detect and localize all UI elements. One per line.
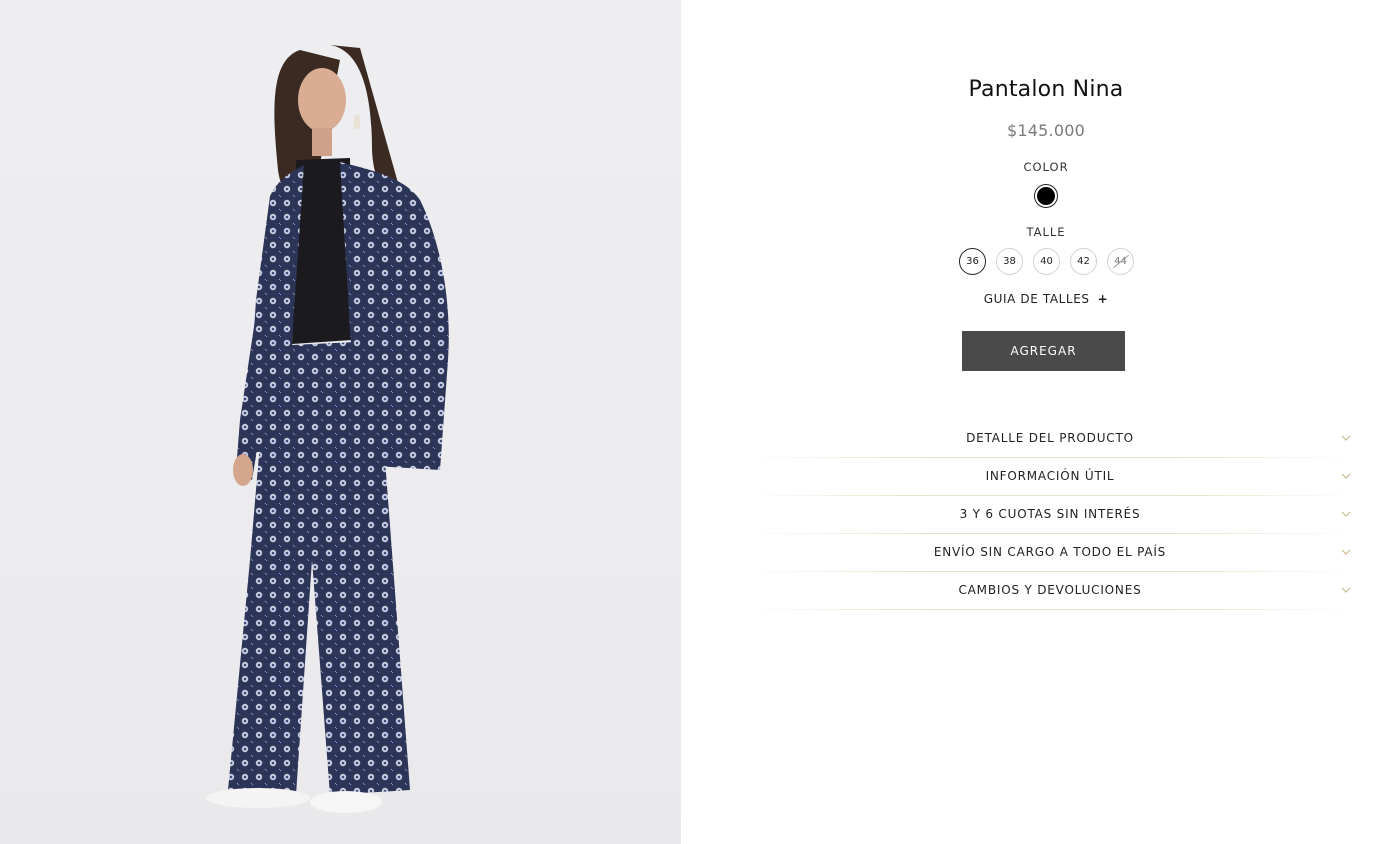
accordion-detalle[interactable]: DETALLE DEL PRODUCTO: [745, 420, 1355, 458]
add-to-cart-button[interactable]: AGREGAR: [962, 331, 1125, 371]
accordion-label: 3 Y 6 CUOTAS SIN INTERÉS: [959, 507, 1141, 521]
size-option-42[interactable]: 42: [1070, 248, 1097, 275]
size-option-40[interactable]: 40: [1033, 248, 1060, 275]
chevron-down-icon: [1341, 435, 1351, 441]
size-guide-label: GUIA DE TALLES: [983, 292, 1090, 306]
size-option-44[interactable]: 44: [1107, 248, 1134, 275]
product-price: $145.000: [1007, 121, 1085, 140]
divider: [745, 609, 1355, 610]
size-selector: 36 38 40 42 44: [959, 248, 1134, 275]
plus-icon: +: [1097, 292, 1109, 306]
accordion-label: ENVÍO SIN CARGO A TODO EL PAÍS: [933, 545, 1167, 559]
accordion-label: DETALLE DEL PRODUCTO: [966, 431, 1134, 445]
accordion-informacion[interactable]: INFORMACIÓN ÚTIL: [745, 458, 1355, 496]
size-option-38[interactable]: 38: [996, 248, 1023, 275]
size-label: TALLE: [1026, 225, 1066, 239]
accordion-label: CAMBIOS Y DEVOLUCIONES: [958, 583, 1142, 597]
product-image: [0, 0, 681, 844]
chevron-down-icon: [1341, 549, 1351, 555]
accordion-label: INFORMACIÓN ÚTIL: [985, 469, 1115, 483]
product-accordion: DETALLE DEL PRODUCTO INFORMACIÓN ÚTIL 3 …: [745, 420, 1355, 610]
color-swatch-black[interactable]: [1034, 184, 1058, 208]
size-option-36[interactable]: 36: [959, 248, 986, 275]
accordion-cambios[interactable]: CAMBIOS Y DEVOLUCIONES: [745, 572, 1355, 610]
chevron-down-icon: [1341, 587, 1351, 593]
size-guide-link[interactable]: GUIA DE TALLES +: [984, 292, 1109, 306]
chevron-down-icon: [1341, 511, 1351, 517]
accordion-cuotas[interactable]: 3 Y 6 CUOTAS SIN INTERÉS: [745, 496, 1355, 534]
color-label: COLOR: [1023, 160, 1069, 174]
accordion-envio[interactable]: ENVÍO SIN CARGO A TODO EL PAÍS: [745, 534, 1355, 572]
product-title: Pantalon Nina: [968, 77, 1124, 102]
chevron-down-icon: [1341, 473, 1351, 479]
model-illustration: [206, 45, 449, 813]
product-info-panel: Pantalon Nina $145.000 COLOR TALLE 36 38…: [681, 0, 1380, 844]
color-swatch-fill: [1037, 187, 1055, 205]
